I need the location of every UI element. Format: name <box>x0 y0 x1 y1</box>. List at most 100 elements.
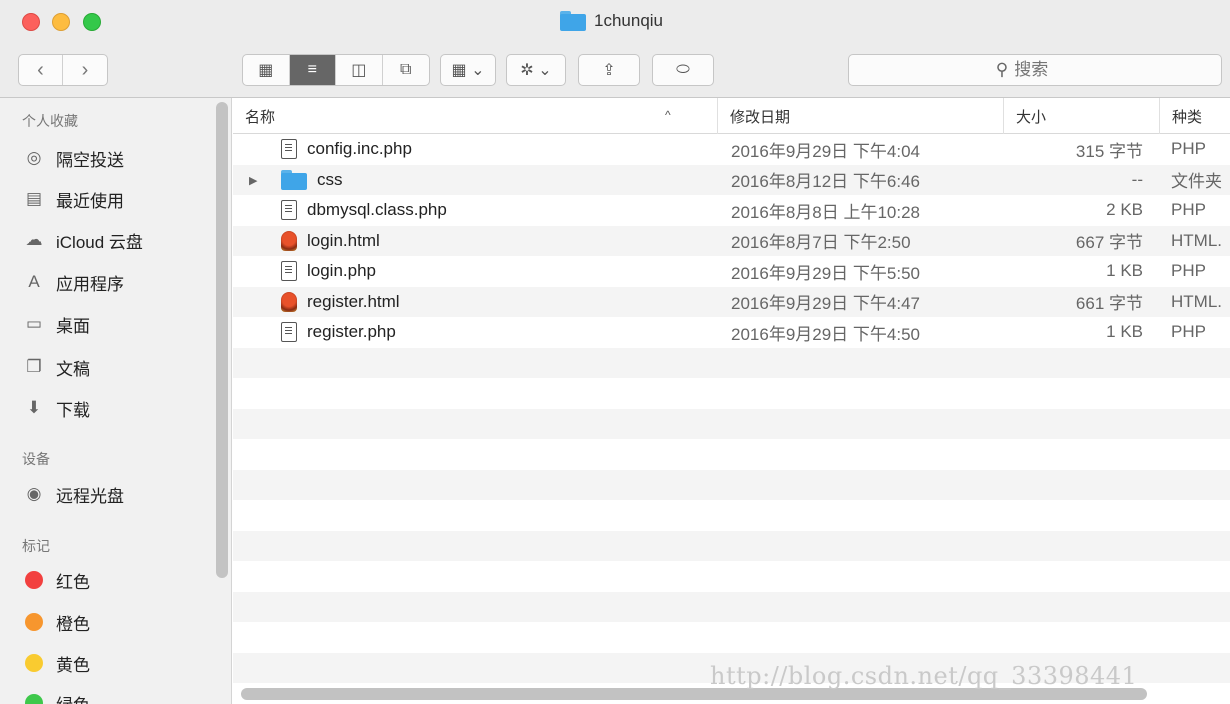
chevron-right-icon: › <box>81 58 89 81</box>
sidebar-item-remote-disc[interactable]: ◉ 远程光盘 <box>22 479 212 509</box>
back-button[interactable]: ‹ <box>19 55 63 85</box>
empty-row <box>233 469 1230 500</box>
file-date: 2016年9月29日 下午4:47 <box>731 294 920 314</box>
file-kind: PHP <box>1171 200 1206 220</box>
sidebar-header-favorites: 个人收藏 <box>22 113 78 129</box>
column-header-date[interactable]: 修改日期 <box>717 98 1003 134</box>
desktop-icon: ▭ <box>25 314 43 333</box>
empty-row <box>233 591 1230 622</box>
sidebar-item-label: 下载 <box>56 400 90 420</box>
sidebar-item-documents[interactable]: ❐ 文稿 <box>22 352 212 382</box>
list-view-button[interactable]: ≡ <box>289 55 336 85</box>
share-icon: ⇪ <box>602 62 616 79</box>
sort-ascending-icon: ^ <box>665 108 671 122</box>
cloud-icon: ☁ <box>25 230 43 249</box>
sidebar-item-label: 黄色 <box>56 655 90 675</box>
applications-icon: A <box>28 272 40 291</box>
column-title: 大小 <box>1016 108 1047 126</box>
cover-flow-button[interactable]: ⧉ <box>383 55 429 85</box>
sidebar-item-label: 绿色 <box>56 691 90 704</box>
list-icon: ≡ <box>307 61 317 78</box>
icon-view-button[interactable]: ▦ <box>243 55 290 85</box>
html-file-icon <box>281 230 297 251</box>
column-header-name[interactable]: 名称 ^ <box>233 98 717 134</box>
forward-button[interactable]: › <box>63 55 107 85</box>
empty-row <box>233 408 1230 439</box>
sidebar-item-label: 最近使用 <box>56 191 124 211</box>
minimize-window-button[interactable] <box>52 13 70 31</box>
arrange-icon: ▦ ⌄ <box>451 62 485 79</box>
watermark: http://blog.csdn.net/qq_33398441 <box>710 662 1138 690</box>
empty-row <box>233 530 1230 561</box>
column-title: 种类 <box>1172 108 1203 126</box>
share-button[interactable]: ⇪ <box>578 54 640 86</box>
disc-icon: ◉ <box>26 484 42 503</box>
table-row[interactable]: login.php 2016年9月29日 下午5:50 1 KB PHP <box>233 256 1230 287</box>
zoom-window-button[interactable] <box>83 13 101 31</box>
search-input[interactable] <box>1014 60 1075 80</box>
sidebar-header-tags: 标记 <box>22 538 50 554</box>
sidebar-item-tag-yellow[interactable]: 黄色 <box>22 648 212 678</box>
close-window-button[interactable] <box>22 13 40 31</box>
file-date: 2016年8月7日 下午2:50 <box>731 233 911 253</box>
sidebar-item-label: 隔空投送 <box>56 150 124 170</box>
column-header-size[interactable]: 大小 <box>1003 98 1159 134</box>
grid-icon: ▦ <box>258 62 274 79</box>
sidebar-item-label: 橙色 <box>56 614 90 634</box>
file-size: 315 字节 <box>1075 141 1143 161</box>
sidebar-item-icloud-drive[interactable]: ☁ iCloud 云盘 <box>22 225 212 255</box>
search-field[interactable]: ⚲ <box>848 54 1222 86</box>
disclosure-triangle-icon[interactable]: ▶ <box>249 174 257 187</box>
sidebar-item-downloads[interactable]: ⬇ 下载 <box>22 393 212 423</box>
tag-icon: ⬭ <box>676 61 690 78</box>
tag-dot-icon <box>25 613 43 631</box>
sidebar-scrollbar[interactable] <box>216 102 228 578</box>
sidebar-item-tag-red[interactable]: 红色 <box>22 565 212 595</box>
empty-row <box>233 622 1230 653</box>
sidebar-header-devices: 设备 <box>22 451 50 467</box>
sidebar-item-airdrop[interactable]: ◎ 隔空投送 <box>22 143 212 173</box>
sidebar-item-tag-orange[interactable]: 橙色 <box>22 607 212 637</box>
file-kind: HTML. <box>1171 291 1222 311</box>
documents-icon: ❐ <box>26 357 42 376</box>
sidebar-item-desktop[interactable]: ▭ 桌面 <box>22 309 212 339</box>
file-date: 2016年8月12日 下午6:46 <box>731 172 920 192</box>
table-row[interactable]: login.html 2016年8月7日 下午2:50 667 字节 HTML. <box>233 225 1230 256</box>
table-row[interactable]: register.html 2016年9月29日 下午4:47 661 字节 H… <box>233 286 1230 317</box>
action-button[interactable]: ✲ ⌄ <box>506 54 566 86</box>
doc-icon <box>281 322 297 343</box>
empty-row <box>233 561 1230 592</box>
sidebar-item-label: iCloud 云盘 <box>56 232 143 252</box>
search-icon: ⚲ <box>995 60 1009 79</box>
file-size: 1 KB <box>1106 322 1143 342</box>
file-kind: HTML. <box>1171 230 1222 250</box>
column-header-kind[interactable]: 种类 <box>1159 98 1230 134</box>
view-mode-switcher: ▦ ≡ ◫ ⧉ <box>242 54 430 86</box>
file-size: 2 KB <box>1106 200 1143 220</box>
file-size: 667 字节 <box>1075 233 1143 253</box>
sidebar-item-applications[interactable]: A 应用程序 <box>22 267 212 297</box>
file-date: 2016年9月29日 下午4:50 <box>731 324 920 344</box>
table-row[interactable]: ▶ css 2016年8月12日 下午6:46 -- 文件夹 <box>233 164 1230 195</box>
edit-tags-button[interactable]: ⬭ <box>652 54 714 86</box>
window-title-text: 1chunqiu <box>594 11 664 30</box>
arrange-button[interactable]: ▦ ⌄ <box>440 54 496 86</box>
table-row[interactable]: config.inc.php 2016年9月29日 下午4:04 315 字节 … <box>233 134 1230 165</box>
file-date: 2016年9月29日 下午5:50 <box>731 263 920 283</box>
table-row[interactable]: register.php 2016年9月29日 下午4:50 1 KB PHP <box>233 317 1230 348</box>
sidebar-item-recents[interactable]: ▤ 最近使用 <box>22 184 212 214</box>
file-size: 661 字节 <box>1075 294 1143 314</box>
table-row[interactable]: dbmysql.class.php 2016年8月8日 上午10:28 2 KB… <box>233 195 1230 226</box>
chevron-left-icon: ‹ <box>37 58 44 81</box>
file-rows: config.inc.php 2016年9月29日 下午4:04 315 字节 … <box>233 134 1230 683</box>
file-name: register.html <box>307 291 400 311</box>
columns-icon: ◫ <box>351 62 367 79</box>
file-name: css <box>317 169 343 189</box>
file-size: 1 KB <box>1106 261 1143 281</box>
sidebar-item-tag-green[interactable]: 绿色 <box>22 688 212 704</box>
column-title: 名称 <box>245 108 276 126</box>
doc-icon <box>281 261 297 282</box>
file-kind: 文件夹 <box>1171 172 1222 192</box>
empty-row <box>233 347 1230 378</box>
column-view-button[interactable]: ◫ <box>336 55 383 85</box>
